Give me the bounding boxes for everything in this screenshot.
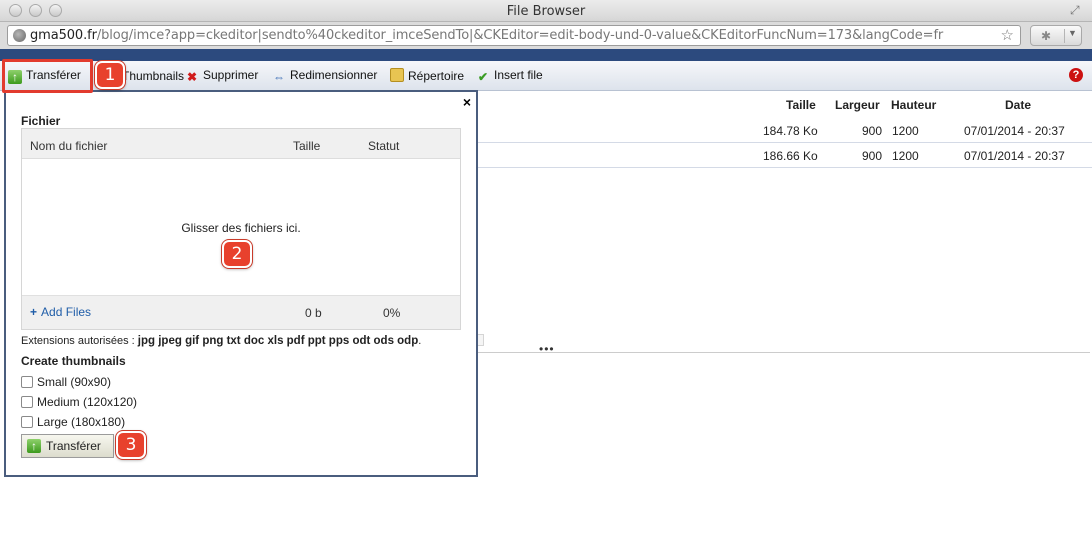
column-size: Taille <box>293 139 321 153</box>
column-date[interactable]: Date <box>1005 98 1031 112</box>
title-bar: File Browser ⤢ <box>0 0 1092 22</box>
close-icon[interactable]: × <box>463 94 471 110</box>
url-text[interactable]: gma500.fr/blog/imce?app=ckeditor|sendto%… <box>30 28 943 43</box>
address-row: gma500.fr/blog/imce?app=ckeditor|sendto%… <box>0 22 1092 49</box>
annotation-badge-3: 3 <box>116 431 146 459</box>
splitter-handle[interactable]: ••• <box>539 342 555 356</box>
drop-message: Glisser des fichiers ici. <box>181 221 301 235</box>
column-width[interactable]: Largeur <box>835 98 880 112</box>
address-bar[interactable]: gma500.fr/blog/imce?app=ckeditor|sendto%… <box>7 25 1021 46</box>
delete-icon: ✖ <box>186 70 198 84</box>
total-size: 0 b <box>305 306 322 320</box>
toolbar: ↑ Transférer Thumbnails ✖ Supprimer ⇔ Redim… <box>0 61 1092 91</box>
help-icon[interactable]: ? <box>1069 68 1083 82</box>
preview-tab[interactable] <box>478 334 484 346</box>
thumbnail-option-large[interactable]: Large (180x180) <box>21 415 125 431</box>
column-filename: Nom du fichier <box>30 139 108 153</box>
extensions-info: Extensions autorisées : jpg jpeg gif png… <box>21 335 422 347</box>
extensions-button[interactable]: ✱ ▼ <box>1030 25 1082 46</box>
header-bar <box>0 49 1092 61</box>
fullscreen-icon[interactable]: ⤢ <box>1070 3 1084 17</box>
annotation-badge-2: 2 <box>222 240 252 268</box>
thumbnail-option-small[interactable]: Small (90x90) <box>21 375 111 391</box>
bug-icon: ✱ <box>1041 29 1052 43</box>
plus-icon: + <box>30 305 38 319</box>
checkbox[interactable] <box>21 376 33 388</box>
table-row[interactable]: 186.66 Ko 900 1200 07/01/2014 - 20:37 <box>478 143 1092 168</box>
folder-icon <box>390 68 404 82</box>
queue-header: Nom du fichier Taille Statut <box>22 129 460 159</box>
annotation-badge-1: 1 <box>95 61 125 89</box>
splitter-line <box>478 352 1090 353</box>
directory-button[interactable]: Répertoire <box>390 68 464 84</box>
upload-panel: × Fichier Nom du fichier Taille Statut G… <box>4 90 478 477</box>
checkmark-icon: ✔ <box>477 70 489 84</box>
bookmark-star-icon[interactable]: ☆ <box>1001 26 1014 44</box>
file-section-label: Fichier <box>21 114 61 128</box>
submit-upload-button[interactable]: ↑ Transférer <box>21 434 114 458</box>
column-height[interactable]: Hauteur <box>891 98 936 112</box>
checkbox[interactable] <box>21 416 33 428</box>
total-percent: 0% <box>383 306 401 320</box>
checkbox[interactable] <box>21 396 33 408</box>
drop-zone[interactable]: Nom du fichier Taille Statut Glisser des… <box>21 128 461 330</box>
delete-button[interactable]: ✖ Supprimer <box>185 68 258 84</box>
column-status: Statut <box>368 139 400 153</box>
resize-button[interactable]: ⇔ Redimensionner <box>272 68 377 84</box>
thumbnail-option-medium[interactable]: Medium (120x120) <box>21 395 137 411</box>
resize-icon: ⇔ <box>273 70 285 84</box>
queue-footer: + Add Files 0 b 0% <box>22 295 460 329</box>
extensions-list: jpg jpeg gif png txt doc xls pdf ppt pps… <box>137 335 419 347</box>
file-table-header: Taille Largeur Hauteur Date <box>478 94 1092 116</box>
upload-highlight-box <box>2 59 93 93</box>
window-title: File Browser <box>506 4 586 19</box>
add-files-button[interactable]: + Add Files <box>30 305 91 319</box>
insert-file-button[interactable]: ✔ Insert file <box>476 68 543 84</box>
create-thumbnails-label: Create thumbnails <box>21 354 126 368</box>
upload-icon: ↑ <box>27 439 41 453</box>
table-row[interactable]: 184.78 Ko 900 1200 07/01/2014 - 20:37 <box>478 118 1092 143</box>
column-size[interactable]: Taille <box>786 98 816 112</box>
globe-icon <box>13 29 26 42</box>
chevron-down-icon: ▼ <box>1068 28 1077 38</box>
